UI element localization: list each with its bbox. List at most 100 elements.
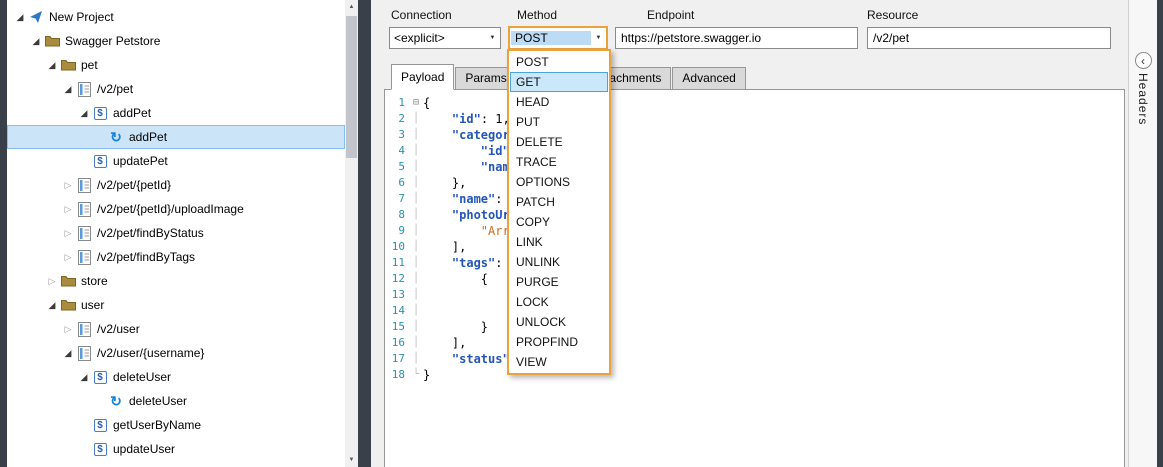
resource-label: Resource <box>867 8 918 22</box>
tree-item[interactable]: ▷store <box>7 269 345 293</box>
collapse-arrow-icon[interactable]: ◢ <box>61 84 75 95</box>
tree-scrollbar[interactable] <box>345 0 358 467</box>
endpoint-icon <box>75 225 93 241</box>
collapse-arrow-icon[interactable]: ◢ <box>77 108 91 119</box>
chevron-left-icon[interactable] <box>1135 52 1152 69</box>
editor-line: 8│ "photoUrls": [ <box>385 207 1124 223</box>
expand-arrow-icon[interactable]: ▷ <box>61 324 75 335</box>
fold-guide: │ <box>409 239 423 255</box>
method-option[interactable]: OPTIONS <box>510 172 608 192</box>
expand-arrow-icon[interactable]: ▷ <box>61 180 75 191</box>
connection-value: <explicit> <box>390 31 485 45</box>
tree-item[interactable]: ◢/v2/pet <box>7 77 345 101</box>
code-text: } <box>423 367 430 383</box>
scrollbar-thumb[interactable] <box>346 16 357 158</box>
method-select[interactable]: POST <box>508 26 608 50</box>
collapse-arrow-icon[interactable]: ◢ <box>61 348 75 359</box>
tree-item[interactable]: ↻addPet <box>7 125 345 149</box>
project-icon <box>27 9 45 25</box>
folder-icon <box>59 57 77 73</box>
fold-guide: │ <box>409 143 423 159</box>
endpoint-icon <box>75 321 93 337</box>
tab-advanced[interactable]: Advanced <box>672 67 745 89</box>
method-option[interactable]: GET <box>510 72 608 92</box>
line-number: 9 <box>385 223 409 239</box>
tree-item[interactable]: ▷/v2/pet/findByStatus <box>7 221 345 245</box>
tree-item[interactable]: ◢user <box>7 293 345 317</box>
method-option[interactable]: PATCH <box>510 192 608 212</box>
editor-line: 11│ "tags": [ <box>385 255 1124 271</box>
scroll-up-icon[interactable] <box>345 0 358 14</box>
method-option[interactable]: PUT <box>510 112 608 132</box>
method-option[interactable]: HEAD <box>510 92 608 112</box>
editor-line: 1⊟{ <box>385 95 1124 111</box>
method-option[interactable]: UNLINK <box>510 252 608 272</box>
method-option[interactable]: TRACE <box>510 152 608 172</box>
tree-item[interactable]: ▷/v2/pet/findByTags <box>7 245 345 269</box>
method-option[interactable]: UNLOCK <box>510 312 608 332</box>
token: ], <box>423 336 466 350</box>
resource-input[interactable] <box>867 27 1111 49</box>
tree-item[interactable]: ◢pet <box>7 53 345 77</box>
method-option[interactable]: COPY <box>510 212 608 232</box>
tree-item[interactable]: ◢/v2/user/{username} <box>7 341 345 365</box>
endpoint-icon <box>75 345 93 361</box>
tree-item[interactable]: ▷/v2/pet/{petId}/uploadImage <box>7 197 345 221</box>
scroll-down-icon[interactable] <box>345 453 358 467</box>
method-option[interactable]: LOCK <box>510 292 608 312</box>
chevron-down-icon[interactable] <box>485 35 500 41</box>
editor-line: 10│ ], <box>385 239 1124 255</box>
method-option[interactable]: LINK <box>510 232 608 252</box>
tree-item[interactable]: $ updatePet <box>7 149 345 173</box>
payload-editor[interactable]: 1⊟{2│ "id": 1,3│ "category": {4│ "id": 1… <box>385 90 1124 467</box>
fold-toggle-icon[interactable]: ⊟ <box>409 95 423 111</box>
collapse-arrow-icon[interactable]: ◢ <box>13 12 27 23</box>
endpoint-input[interactable] <box>615 27 858 49</box>
expand-arrow-icon[interactable]: ▷ <box>61 252 75 263</box>
expand-arrow-icon[interactable]: ▷ <box>61 228 75 239</box>
tree-item[interactable]: ↻deleteUser <box>7 389 345 413</box>
fold-guide: │ <box>409 335 423 351</box>
tree-item[interactable]: ◢$deleteUser <box>7 365 345 389</box>
token <box>423 304 510 318</box>
collapse-arrow-icon[interactable]: ◢ <box>45 300 59 311</box>
editor-line: 17│ "status": "available" <box>385 351 1124 367</box>
tab-payload[interactable]: Payload <box>391 64 454 90</box>
token: "name" <box>452 192 495 206</box>
endpoint-icon <box>75 177 93 193</box>
token: } <box>423 320 488 334</box>
tree-item[interactable]: ◢$addPet <box>7 101 345 125</box>
method-option[interactable]: DELETE <box>510 132 608 152</box>
method-option[interactable]: PROPFIND <box>510 332 608 352</box>
collapse-arrow-icon[interactable]: ◢ <box>29 36 43 47</box>
tree-item[interactable]: ◢Swagger Petstore <box>7 29 345 53</box>
code-text: "tags": [ <box>423 255 517 271</box>
token: "id" <box>481 144 510 158</box>
method-option[interactable]: PURGE <box>510 272 608 292</box>
code-text: } <box>423 319 488 335</box>
code-text: ], <box>423 239 466 255</box>
tree-item[interactable]: $getUserByName <box>7 413 345 437</box>
operation-icon: $ <box>91 153 109 169</box>
tree-item[interactable]: ◢New Project <box>7 5 345 29</box>
line-number: 5 <box>385 159 409 175</box>
chevron-down-icon[interactable] <box>591 35 606 41</box>
tree-item[interactable]: $updateUser <box>7 437 345 461</box>
collapse-arrow-icon[interactable]: ◢ <box>45 60 59 71</box>
panel-splitter[interactable] <box>358 0 371 467</box>
method-option[interactable]: POST <box>510 52 608 72</box>
expand-arrow-icon[interactable]: ▷ <box>45 276 59 287</box>
tree-item[interactable]: ▷/v2/user <box>7 317 345 341</box>
tree-item-label: updatePet <box>113 154 174 168</box>
editor-line: 16│ ], <box>385 335 1124 351</box>
collapse-arrow-icon[interactable]: ◢ <box>77 372 91 383</box>
fold-guide: └ <box>409 367 423 383</box>
connection-select[interactable]: <explicit> <box>389 27 501 49</box>
expand-arrow-icon[interactable]: ▷ <box>61 204 75 215</box>
method-label: Method <box>517 8 557 22</box>
endpoint-label: Endpoint <box>647 8 694 22</box>
token: ], <box>423 240 466 254</box>
tree-item[interactable]: ▷/v2/pet/{petId} <box>7 173 345 197</box>
method-option[interactable]: VIEW <box>510 352 608 372</box>
request-refresh-icon: ↻ <box>107 129 125 145</box>
